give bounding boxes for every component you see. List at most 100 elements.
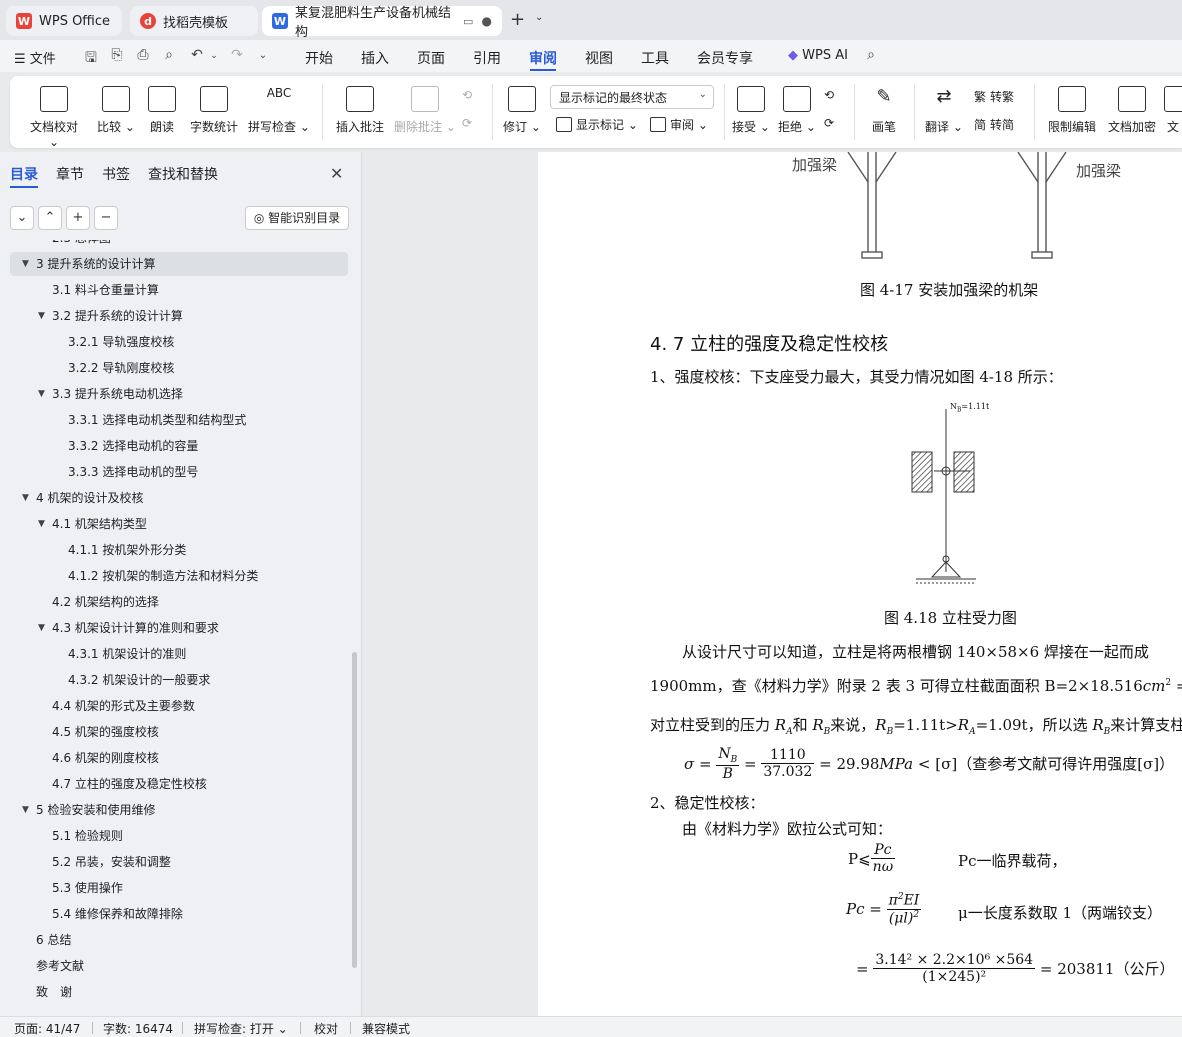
collapse-up-button[interactable]: ⌃ [38,206,62,230]
toc-item[interactable]: 4.3.1 机架设计的准则 [10,642,348,666]
translate-button[interactable]: ⇄ 翻译 ⌄ [922,86,966,135]
reject-button[interactable]: 拒绝 ⌄ [778,86,816,135]
toc-item[interactable]: 4.5 机架的强度校核 [10,720,348,744]
toc-item[interactable]: ▼ 3.2 提升系统的设计计算 [10,304,348,328]
toc-item[interactable]: 4.1.2 按机架的制造方法和材料分类 [10,564,348,588]
toc-item[interactable]: 5.3 使用操作 [10,876,348,900]
toc-item[interactable]: 6 总结 [10,928,348,952]
toc-item[interactable]: 2.3 总体图 [10,240,348,250]
read-aloud-button[interactable]: 朗读 [144,86,180,135]
toc-item[interactable]: 3.1 料斗仓重量计算 [10,278,348,302]
toc-item[interactable]: 4.4 机架的形式及主要参数 [10,694,348,718]
toc-item[interactable]: 5.4 维修保养和故障排除 [10,902,348,926]
print-icon[interactable]: ⎙ [134,47,152,65]
menu-member[interactable]: 会员专享 [697,48,753,68]
expand-arrow-icon[interactable]: ▼ [22,798,29,822]
collapse-all-button[interactable]: − [94,206,118,230]
menu-wps-ai[interactable]: ◆ WPS AI [788,48,848,63]
toc-item[interactable]: 4.2 机架结构的选择 [10,590,348,614]
toc-scrollbar[interactable] [352,652,357,968]
toc-item[interactable]: ▼ 4.3 机架设计计算的准则和要求 [10,616,348,640]
expand-all-button[interactable]: + [66,206,90,230]
toc-item[interactable]: 3.2.1 导轨强度校核 [10,330,348,354]
expand-arrow-icon[interactable]: ▼ [38,616,45,640]
menu-reference[interactable]: 引用 [473,48,501,68]
tab-wps-office[interactable]: W WPS Office [6,6,122,36]
tab-find-replace[interactable]: 查找和替换 [148,164,218,184]
export-icon[interactable]: ⎘ [108,47,126,65]
prev-change-icon[interactable]: ⟲ [824,88,834,102]
spell-check-button[interactable]: ABC 拼写检查 ⌄ [248,86,310,135]
toc-item[interactable]: 3.3.2 选择电动机的容量 [10,434,348,458]
toc-item[interactable]: 4.3.2 机架设计的一般要求 [10,668,348,692]
restrict-edit-button[interactable]: 限制编辑 [1044,86,1100,135]
menu-insert[interactable]: 插入 [361,48,389,68]
page-indicator[interactable]: 页面: 41/47 [14,1020,80,1037]
toc-item[interactable]: ▼ 4 机架的设计及校核 [10,486,348,510]
revise-button[interactable]: 修订 ⌄ [502,86,542,135]
toc-item[interactable]: ▼ 5 检验安装和使用维修 [10,798,348,822]
tab-bookmark[interactable]: 书签 [102,164,130,184]
toc-item[interactable]: ▼ 4.1 机架结构类型 [10,512,348,536]
insert-comment-button[interactable]: 插入批注 [332,86,388,135]
search-icon[interactable]: ⌕ [862,47,880,65]
redo-icon[interactable]: ↷ [228,47,246,65]
close-icon[interactable]: ✕ [330,164,343,183]
save-icon[interactable]: 🖫 [82,47,100,66]
word-count-button[interactable]: 字数统计 [188,86,240,135]
doc-more-button[interactable]: 文 [1164,86,1182,135]
expand-arrow-icon[interactable]: ▼ [22,252,29,276]
doc-check-button[interactable]: 文档校对 ⌄ [26,86,82,149]
more-dropdown-icon[interactable]: ⌄ [254,50,272,68]
toc-item[interactable]: 5.1 检验规则 [10,824,348,848]
chevron-down-icon[interactable]: ⌄ [535,12,543,23]
spell-check-status[interactable]: 拼写检查: 打开 ⌄ [194,1020,288,1037]
monitor-icon[interactable]: ▭ [463,15,473,28]
expand-arrow-icon[interactable]: ▼ [38,304,45,328]
toc-item[interactable]: ▼ 3.3 提升系统电动机选择 [10,382,348,406]
review-pane-button[interactable]: 审阅 ⌄ [650,116,708,133]
ink-button[interactable]: ✎ 画笔 [866,86,902,135]
toc-item[interactable]: 5.2 吊装，安装和调整 [10,850,348,874]
tab-template[interactable]: d 找稻壳模板 [130,6,258,36]
proofread-status[interactable]: 校对 [314,1020,338,1037]
compare-button[interactable]: 比较 ⌄ [94,86,138,135]
menu-review[interactable]: 审阅 [529,48,557,68]
tab-document[interactable]: W 某复混肥料生产设备机械结构 ▭ ● [262,6,502,40]
toc-item[interactable]: 3.2.2 导轨刚度校核 [10,356,348,380]
undo-dropdown-icon[interactable]: ⌄ [205,51,223,69]
toc-item[interactable]: ▼ 3 提升系统的设计计算 [10,252,348,276]
tab-chapter[interactable]: 章节 [56,164,84,184]
prev-comment-icon[interactable]: ⟲ [462,88,472,102]
toc-item[interactable]: 4.7 立柱的强度及稳定性校核 [10,772,348,796]
toc-item[interactable]: 参考文献 [10,954,348,978]
next-change-icon[interactable]: ⟳ [824,116,834,130]
smart-toc-button[interactable]: ◎ 智能识别目录 [245,206,349,230]
menu-page[interactable]: 页面 [417,48,445,68]
toc-item[interactable]: 致 谢 [10,980,348,1004]
undo-icon[interactable]: ↶ [188,47,206,65]
unsaved-dot-icon[interactable]: ● [482,14,492,28]
next-comment-icon[interactable]: ⟳ [462,116,472,130]
expand-arrow-icon[interactable]: ▼ [22,486,29,510]
menu-home[interactable]: 开始 [305,48,333,68]
tab-toc[interactable]: 目录 [10,164,38,184]
toc-item[interactable]: 4.6 机架的刚度校核 [10,746,348,770]
print-preview-icon[interactable]: ⌕ [160,47,178,65]
toc-item[interactable]: 4.1.1 按机架外形分类 [10,538,348,562]
toc-item[interactable]: 3.3.3 选择电动机的型号 [10,460,348,484]
markup-state-select[interactable]: 显示标记的最终状态 ⌄ [550,85,714,109]
expand-arrow-icon[interactable]: ▼ [38,382,45,406]
menu-tools[interactable]: 工具 [641,48,669,68]
new-tab-button[interactable]: + [510,9,525,30]
document-page[interactable]: 加强梁 加强梁 图 4-17 安装加强梁的机架 4. 7 立柱的强度及稳定性校核… [538,152,1182,1016]
word-count-status[interactable]: 字数: 16474 [103,1020,173,1037]
accept-button[interactable]: 接受 ⌄ [732,86,770,135]
collapse-down-button[interactable]: ⌄ [10,206,34,230]
to-simplified-button[interactable]: 简转简 [974,116,1014,133]
file-menu[interactable]: ☰ 文件 [14,48,56,67]
toc-item[interactable]: 3.3.1 选择电动机类型和结构型式 [10,408,348,432]
show-markup-button[interactable]: 显示标记 ⌄ [556,116,638,133]
doc-encrypt-button[interactable]: 文档加密 [1104,86,1160,135]
to-traditional-button[interactable]: 繁转繁 [974,88,1014,105]
